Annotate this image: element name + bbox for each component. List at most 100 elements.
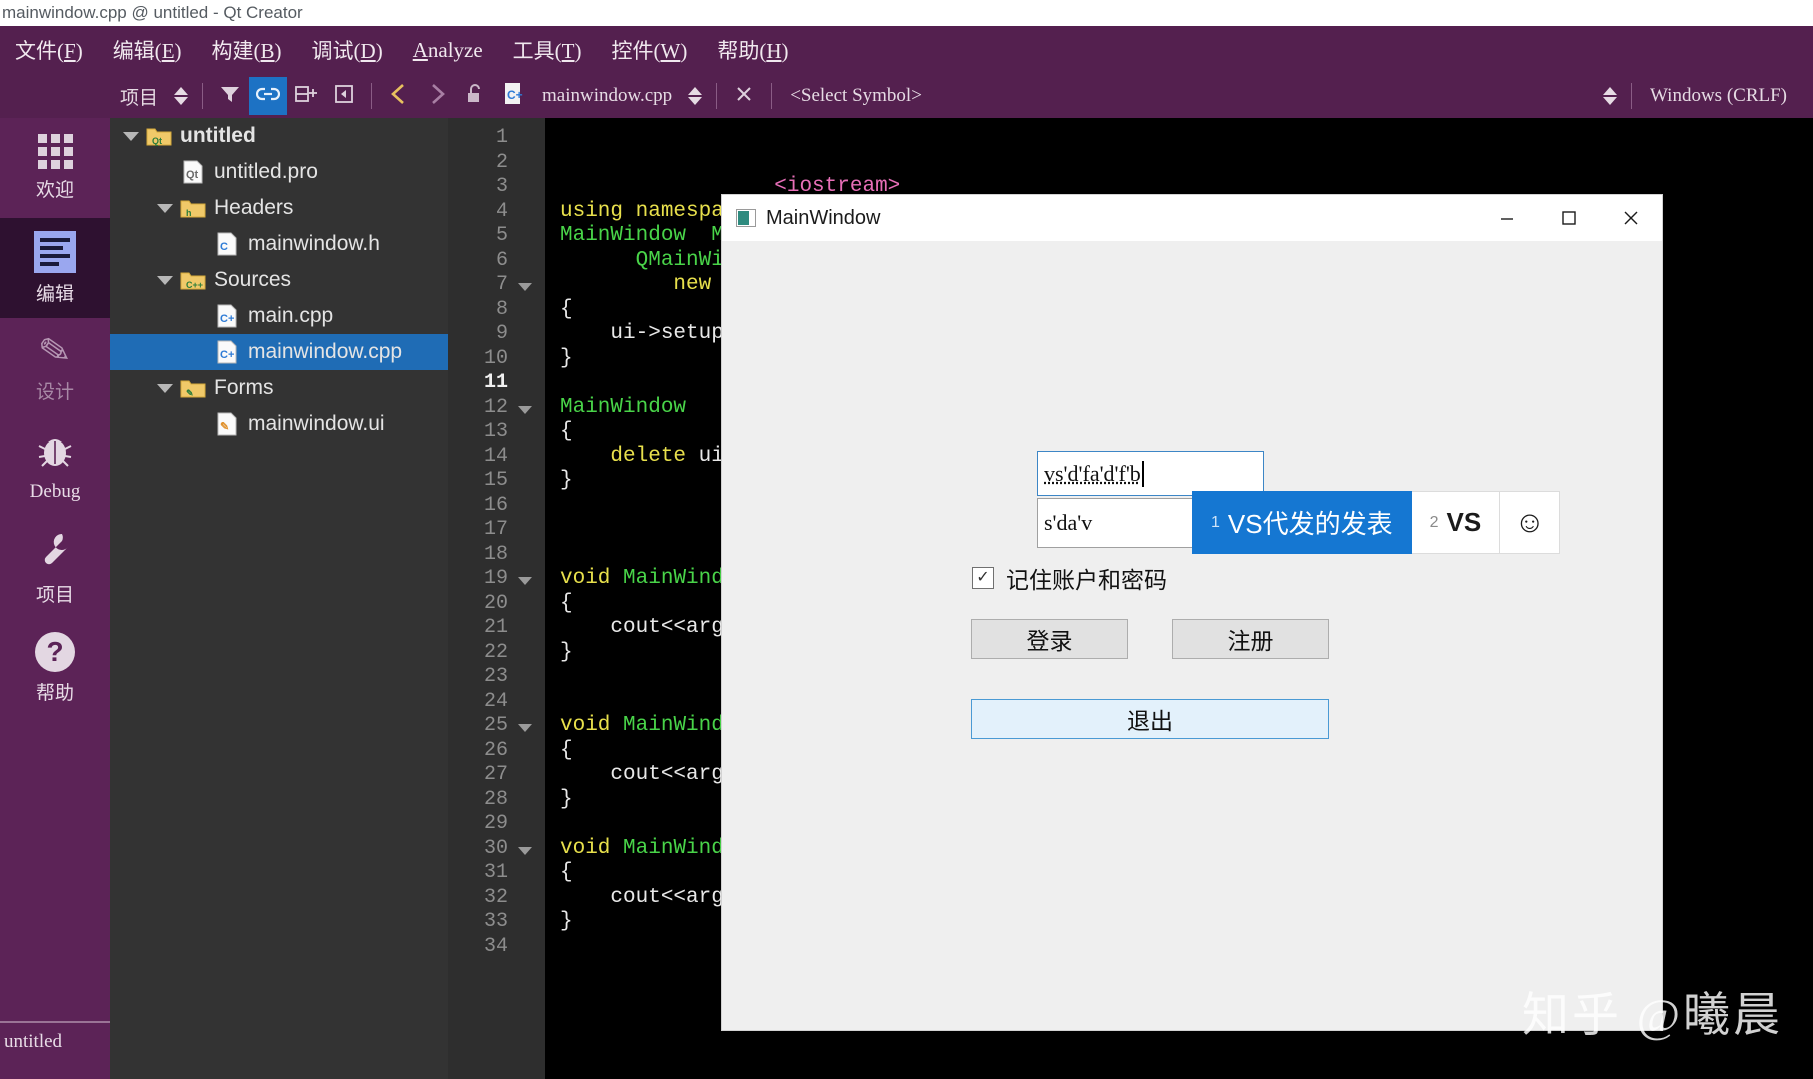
line-number: 19 (483, 567, 508, 590)
svg-text:C+: C+ (220, 349, 234, 361)
kit-selector[interactable]: untitled (0, 1021, 110, 1079)
tree-item-label: mainwindow.cpp (248, 340, 403, 363)
ime-candidate-2[interactable]: 2 VS (1411, 491, 1501, 554)
code-line: } (560, 469, 573, 492)
menu-tools[interactable]: 工具(T) (498, 35, 597, 65)
svg-text:Qt: Qt (186, 169, 199, 181)
tree-expand-arrow[interactable] (152, 203, 178, 213)
lock-document-button[interactable] (456, 77, 494, 115)
code-fold-toggle[interactable] (518, 405, 532, 414)
code-fold-toggle[interactable] (518, 577, 532, 585)
code-line: } (560, 346, 573, 370)
menu-edit[interactable]: 编辑(E) (98, 35, 197, 65)
register-button[interactable]: 注册 (1172, 619, 1329, 659)
svg-text:C: C (220, 241, 228, 253)
tree-item-untitled-pro[interactable]: Qt untitled.pro (110, 154, 448, 190)
exit-button[interactable]: 退出 (971, 699, 1329, 739)
ime-candidate-1[interactable]: 1 VS代发的发表 (1192, 491, 1412, 554)
remember-credentials-label: 记住账户和密码 (1006, 568, 1167, 593)
tree-item-mainwindow-h[interactable]: Cmainwindow.h (110, 226, 448, 262)
tree-item-mainwindow-cpp[interactable]: C+ mainwindow.cpp (110, 334, 448, 370)
code-fold-toggle[interactable] (518, 846, 532, 855)
line-number: 30 (483, 836, 508, 860)
tree-item-sources[interactable]: C++ Sources (110, 262, 448, 298)
link-with-editor-button[interactable] (249, 77, 288, 115)
tree-expand-arrow[interactable] (118, 131, 144, 141)
svg-text:✎: ✎ (220, 421, 229, 433)
line-number: 14 (483, 444, 508, 468)
svg-text:h: h (186, 208, 192, 218)
line-ending-arrows[interactable] (1597, 74, 1623, 118)
ime-candidate-2-number: 2 (1429, 513, 1439, 531)
username-value: vs'd'fa'd'f'b (1044, 460, 1141, 486)
navigate-forward-button[interactable] (418, 77, 456, 115)
window-title-bar: mainwindow.cpp @ untitled - Qt Creator (0, 0, 1813, 26)
dialog-minimize-button[interactable] (1476, 195, 1538, 241)
split-editor-button[interactable] (287, 77, 325, 115)
project-tree[interactable]: Qt untitled Qt untitled.pro h Headers Cmainwin… (110, 118, 448, 1079)
dialog-maximize-button[interactable] (1538, 195, 1600, 241)
toolbar-separator-2 (371, 83, 373, 109)
mode-welcome[interactable]: 欢迎 (0, 118, 110, 218)
svg-text:C++: C++ (186, 280, 203, 290)
mode-help[interactable]: ? 帮助 (0, 618, 110, 718)
close-document-button[interactable] (725, 77, 763, 115)
chevron-down-icon (123, 131, 139, 141)
tree-item-untitled[interactable]: Qt untitled (110, 118, 448, 154)
navigate-forward-icon (427, 82, 447, 110)
tree-item-label: Forms (214, 376, 274, 399)
filter-icon (219, 84, 241, 108)
toolbar-separator-4 (771, 83, 773, 109)
code-line: { (560, 297, 573, 321)
line-ending-selector[interactable]: Windows (CRLF) (1640, 85, 1813, 107)
line-number: 33 (483, 910, 508, 933)
filter-button[interactable] (211, 77, 249, 115)
toggle-sidebar-button[interactable] (325, 77, 363, 115)
project-selector-arrows[interactable] (168, 74, 194, 118)
tree-item-label: main.cpp (248, 304, 334, 327)
menu-analyze[interactable]: Analyze (398, 38, 498, 63)
line-number: 17 (483, 518, 508, 541)
welcome-grid-icon (37, 134, 73, 169)
username-input[interactable]: vs'd'fa'd'f'b (1037, 451, 1264, 496)
remember-credentials-checkbox[interactable]: ✓ (972, 567, 994, 589)
menu-build[interactable]: 构建(B) (197, 35, 297, 65)
dialog-close-button[interactable] (1600, 195, 1662, 241)
line-number: 29 (483, 812, 508, 835)
headers-folder-icon: h (178, 197, 208, 219)
menu-debug[interactable]: 调试(D) (297, 35, 398, 65)
code-fold-toggle[interactable] (518, 724, 532, 732)
svg-text:C+: C+ (507, 88, 523, 102)
line-number: 32 (483, 885, 508, 909)
tree-expand-arrow[interactable] (152, 383, 178, 393)
tree-item-forms[interactable]: ✎ Forms (110, 370, 448, 406)
mode-projects[interactable]: 项目 (0, 518, 110, 618)
app-window-icon (736, 209, 756, 227)
menu-widgets[interactable]: 控件(W) (597, 35, 703, 65)
remember-credentials-row[interactable]: ✓ 记住账户和密码 (972, 561, 1167, 595)
project-selector[interactable]: 项目 (110, 83, 168, 110)
forms-folder-icon: ✎ (178, 377, 208, 399)
link-icon (255, 85, 281, 107)
current-file-name[interactable]: mainwindow.cpp (532, 85, 682, 107)
menu-file[interactable]: 文件(F) (0, 35, 98, 65)
mode-debug[interactable]: Debug (0, 418, 110, 518)
tree-item-mainwindow-ui[interactable]: ✎ mainwindow.ui (110, 406, 448, 442)
ime-smiley-button[interactable]: ☺ (1500, 491, 1561, 554)
mode-selector-bar: 欢迎 编辑 ✎ 设计 Debug 项目 ? 帮助 (0, 118, 110, 1021)
code-line: "k-pre">#include "ui_mainwindow.h" (560, 150, 989, 174)
mode-edit-label: 编辑 (35, 283, 74, 305)
symbol-selector[interactable]: <Select Symbol> (780, 85, 932, 107)
tree-item-headers[interactable]: h Headers (110, 190, 448, 226)
line-number: 34 (483, 934, 508, 958)
login-button[interactable]: 登录 (971, 619, 1128, 659)
svg-text:✎: ✎ (186, 388, 194, 398)
code-fold-toggle[interactable] (518, 283, 532, 291)
mode-design[interactable]: ✎ 设计 (0, 318, 110, 418)
tree-expand-arrow[interactable] (152, 275, 178, 285)
tree-item-main-cpp[interactable]: C+ main.cpp (110, 298, 448, 334)
file-selector-arrows[interactable] (682, 74, 708, 118)
navigate-back-button[interactable] (380, 77, 418, 115)
menu-help[interactable]: 帮助(H) (702, 35, 803, 65)
mode-edit[interactable]: 编辑 (0, 218, 110, 318)
